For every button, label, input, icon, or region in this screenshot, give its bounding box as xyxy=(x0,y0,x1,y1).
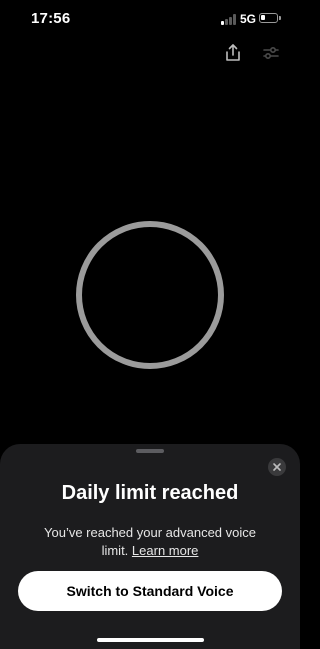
sheet-title: Daily limit reached xyxy=(61,482,239,504)
battery-cap xyxy=(279,16,281,20)
share-icon[interactable] xyxy=(222,42,244,64)
status-time: 17:56 xyxy=(31,10,71,27)
home-indicator xyxy=(97,638,204,642)
close-button[interactable] xyxy=(268,458,286,476)
switch-to-standard-voice-button[interactable]: Switch to Standard Voice xyxy=(18,571,282,611)
battery-icon xyxy=(259,13,278,23)
sliders-icon[interactable] xyxy=(260,42,282,64)
cellular-signal-icon xyxy=(221,14,237,25)
sheet-grabber[interactable] xyxy=(136,449,164,453)
close-icon xyxy=(273,463,281,471)
status-bar: 17:56 5G xyxy=(0,0,300,40)
limit-sheet: Daily limit reached You’ve reached your … xyxy=(0,444,300,649)
network-type: 5G xyxy=(240,12,257,26)
sheet-body: You’ve reached your advanced voice limit… xyxy=(30,524,270,560)
voice-orb[interactable] xyxy=(76,221,224,369)
battery-level xyxy=(261,15,265,20)
learn-more-link[interactable]: Learn more xyxy=(132,543,198,558)
